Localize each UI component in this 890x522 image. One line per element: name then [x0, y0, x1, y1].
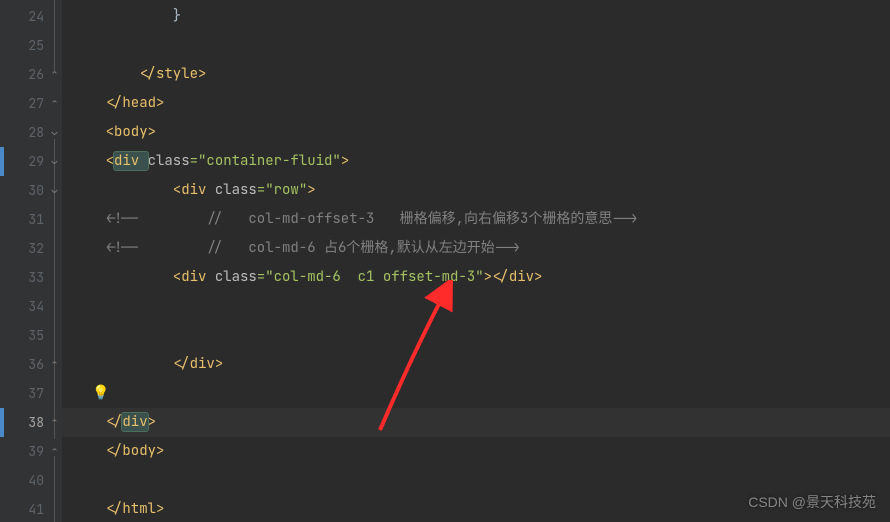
fold-handle-icon[interactable]: ⌃ — [50, 98, 59, 107]
watermark: CSDN @景天科技苑 — [748, 492, 876, 512]
fold-handle-icon[interactable]: ⌄ — [50, 156, 59, 165]
code-line[interactable]: </head> — [62, 89, 890, 118]
code-line[interactable]: <div class="row"> — [62, 176, 890, 205]
code-line[interactable] — [62, 466, 890, 495]
code-line[interactable]: </style> — [62, 60, 890, 89]
code-line[interactable]: </body> — [62, 437, 890, 466]
code-line-current[interactable]: </div> — [62, 408, 890, 437]
code-line[interactable]: <div class="col-md-6 c1 offset-md-3"></d… — [62, 263, 890, 292]
code-line[interactable]: <!-- // col-md-offset-3 栅格偏移,向右偏移3个栅格的意思… — [62, 205, 890, 234]
code-line[interactable] — [62, 31, 890, 60]
code-line[interactable] — [62, 292, 890, 321]
fold-column[interactable]: ⌃ ⌃ ⌄ ⌄ ⌄ ⌃ ⌃ ⌃ — [48, 0, 62, 522]
change-marker — [0, 408, 4, 437]
code-line[interactable]: } — [62, 2, 890, 31]
code-editor[interactable]: 24 25 26 27 28 29 30 31 32 33 34 35 36 3… — [0, 0, 890, 522]
fold-handle-icon[interactable]: ⌃ — [50, 446, 59, 455]
code-line[interactable] — [62, 321, 890, 350]
code-line[interactable]: <!-- // col-md-6 占6个栅格,默认从左边开始--> — [62, 234, 890, 263]
code-line[interactable]: <div class="container-fluid"> — [62, 147, 890, 176]
bulb-icon[interactable]: 💡 — [92, 379, 109, 408]
code-line[interactable]: 💡 — [62, 379, 890, 408]
gutter[interactable]: 24 25 26 27 28 29 30 31 32 33 34 35 36 3… — [0, 0, 62, 522]
change-marker — [0, 147, 4, 176]
fold-handle-icon[interactable]: ⌄ — [50, 127, 59, 136]
code-line[interactable]: </div> — [62, 350, 890, 379]
code-line[interactable]: <body> — [62, 118, 890, 147]
matching-tag-highlight: div — [122, 413, 147, 431]
code-area[interactable]: } </style> </head> <body> <div class="co… — [62, 0, 890, 522]
matching-tag-highlight: div — [114, 152, 148, 170]
fold-handle-icon[interactable]: ⌃ — [50, 359, 59, 368]
fold-handle-icon[interactable]: ⌃ — [50, 417, 59, 426]
fold-handle-icon[interactable]: ⌃ — [50, 69, 59, 78]
fold-handle-icon[interactable]: ⌄ — [50, 185, 59, 194]
